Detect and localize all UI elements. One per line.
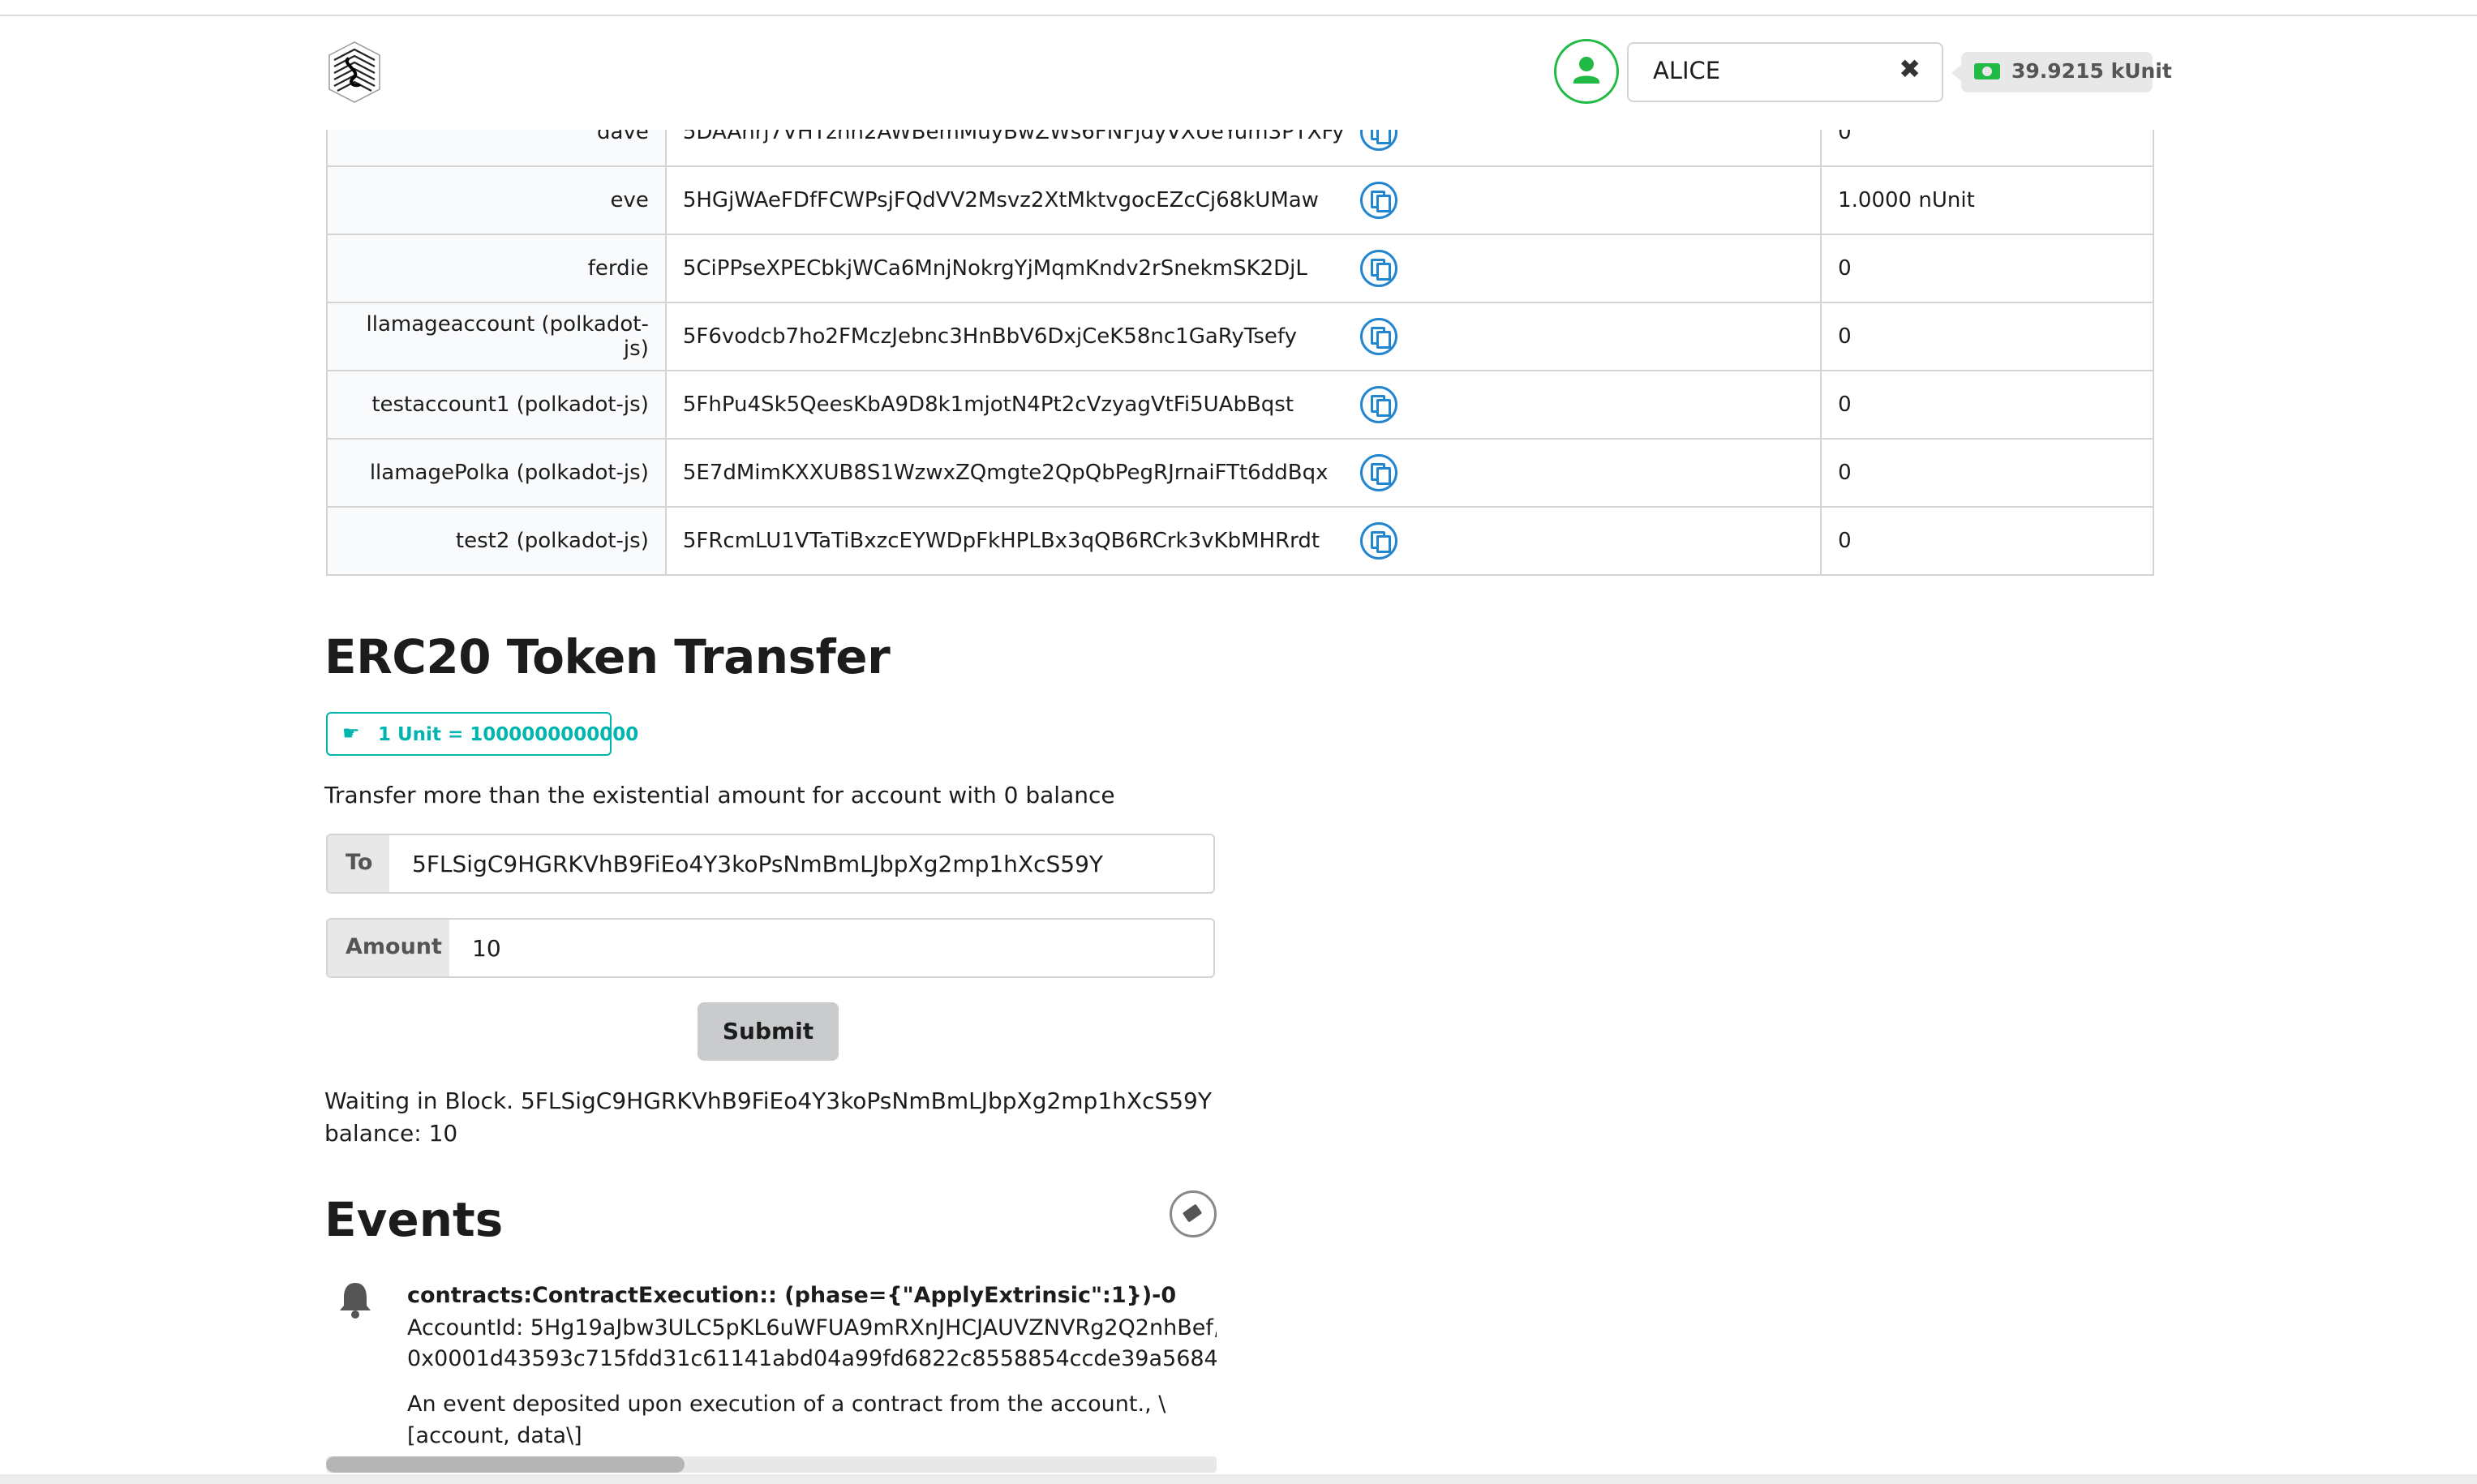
account-address: 5CiPPseXPECbkjWCa6MnjNokrgYjMqmKndv2rSne…	[665, 234, 1361, 302]
event-data-line: AccountId: 5Hg19aJbw3ULC5pKL6uWFUA9mRXnJ…	[407, 1315, 1217, 1340]
account-name: test2 (polkadot-js)	[327, 506, 667, 575]
account-name: llamagePolka (polkadot-js)	[327, 438, 667, 507]
account-balance: 0	[1821, 370, 2153, 439]
transfer-status: Waiting in Block. 5FLSigC9HGRKVhB9FiEo4Y…	[324, 1085, 1212, 1150]
unit-conversion-label: ☛ 1 Unit = 1000000000000	[326, 712, 638, 756]
account-address: 5F6vodcb7ho2FMczJebnc3HnBbV6DxjCeK58nc1G…	[665, 302, 1361, 371]
copy-icon[interactable]	[1360, 522, 1398, 560]
copy-icon[interactable]	[1360, 386, 1398, 423]
copy-cell	[1360, 506, 1822, 575]
event-description: An event deposited upon execution of a c…	[407, 1392, 1166, 1448]
account-balance: 1.0000 nUnit	[1821, 165, 2153, 234]
copy-cell	[1360, 438, 1822, 507]
amount-field[interactable]: Amount 10	[326, 918, 1215, 978]
account-name: eve	[327, 165, 667, 234]
account-name: ferdie	[327, 234, 667, 302]
account-balance: 0	[1821, 506, 2153, 575]
polkadot-logo-icon[interactable]	[323, 39, 386, 105]
account-address: 5FhPu4Sk5QeesKbA9D8k1mjotN4Pt2cVzyagVtFi…	[665, 370, 1361, 439]
account-address: 5HGjWAeFDfFCWPsjFQdVV2Msvz2XtMktvgocEZcC…	[665, 165, 1361, 234]
account-selector[interactable]: ALICE ✖	[1627, 42, 1943, 102]
copy-cell	[1360, 234, 1822, 302]
to-field-value[interactable]: 5FLSigC9HGRKVhB9FiEo4Y3koPsNmBmLJbpXg2mp…	[412, 851, 1103, 877]
copy-cell	[1360, 165, 1822, 234]
top-menu: ALICE ✖ 39.9215 kUnit	[0, 16, 2477, 130]
copy-icon[interactable]	[1360, 250, 1398, 287]
copy-icon[interactable]	[1360, 182, 1398, 219]
copy-cell	[1360, 370, 1822, 439]
table-row: eve 5HGjWAeFDfFCWPsjFQdVV2Msvz2XtMktvgoc…	[327, 165, 2153, 234]
bell-icon	[340, 1283, 371, 1319]
submit-button[interactable]: Submit	[698, 1002, 839, 1061]
transfer-title: ERC20 Token Transfer	[324, 629, 891, 684]
account-balance: 0	[1821, 234, 2153, 302]
unit-conversion-text: 1 Unit = 1000000000000	[378, 724, 639, 745]
account-name: llamageaccount (polkadot-js)	[327, 302, 667, 371]
status-balance: balance: 10	[324, 1120, 458, 1147]
transfer-hint: Transfer more than the existential amoun…	[324, 782, 1115, 808]
money-icon	[1974, 63, 2000, 79]
account-address: 5FRcmLU1VTaTiBxzcEYWDpFkHPLBx3qQB6RCrk3v…	[665, 506, 1361, 575]
balance-value: 39.9215 kUnit	[2011, 59, 2172, 83]
copy-icon[interactable]	[1360, 318, 1398, 355]
amount-field-value[interactable]: 10	[472, 935, 501, 962]
user-icon	[1573, 57, 1599, 84]
table-row: ferdie 5CiPPseXPECbkjWCa6MnjNokrgYjMqmKn…	[327, 234, 2153, 302]
table-row: llamageaccount (polkadot-js) 5F6vodcb7ho…	[327, 302, 2153, 371]
accounts-table: dave 5DAAnrj7VHTznn2AWBemMuyBwZWs6FNFjdy…	[326, 97, 2154, 576]
account-balance: 0	[1821, 302, 2153, 371]
close-icon[interactable]: ✖	[1899, 54, 1921, 84]
copy-icon[interactable]	[1360, 454, 1398, 491]
account-balance: 0	[1821, 438, 2153, 507]
copy-cell	[1360, 302, 1822, 371]
account-name: testaccount1 (polkadot-js)	[327, 370, 667, 439]
amount-field-label: Amount	[328, 920, 449, 976]
event-header: contracts:ContractExecution:: (phase={"A…	[407, 1283, 1177, 1308]
window-top-border	[0, 0, 2477, 16]
event-horizontal-scrollbar[interactable]	[326, 1456, 1217, 1473]
table-row: testaccount1 (polkadot-js) 5FhPu4Sk5Qees…	[327, 370, 2153, 439]
account-address: 5E7dMimKXXUB8S1WzwxZQmgte2QpQbPegRJrnaiF…	[665, 438, 1361, 507]
event-item: contracts:ContractExecution:: (phase={"A…	[326, 1265, 1217, 1452]
to-field-label: To	[328, 835, 389, 892]
table-row: test2 (polkadot-js) 5FRcmLU1VTaTiBxzcEYW…	[327, 506, 2153, 575]
events-title: Events	[324, 1192, 504, 1247]
status-line: Waiting in Block. 5FLSigC9HGRKVhB9FiEo4Y…	[324, 1087, 1212, 1114]
eraser-icon[interactable]	[1170, 1190, 1217, 1237]
event-data-line: 0x0001d43593c715fdd31c61141abd04a99fd682…	[407, 1346, 1217, 1371]
selected-account-name: ALICE	[1653, 57, 1721, 84]
account-balance-label: 39.9215 kUnit	[1961, 52, 2172, 92]
window-bottom-border	[0, 1474, 2477, 1484]
table-row: llamagePolka (polkadot-js) 5E7dMimKXXUB8…	[327, 438, 2153, 507]
to-field[interactable]: To 5FLSigC9HGRKVhB9FiEo4Y3koPsNmBmLJbpXg…	[326, 834, 1215, 894]
hand-pointer-icon: ☛	[342, 722, 360, 744]
balance-pointer	[1951, 65, 1961, 81]
user-button[interactable]	[1554, 39, 1619, 104]
scrollbar-thumb[interactable]	[326, 1456, 685, 1473]
